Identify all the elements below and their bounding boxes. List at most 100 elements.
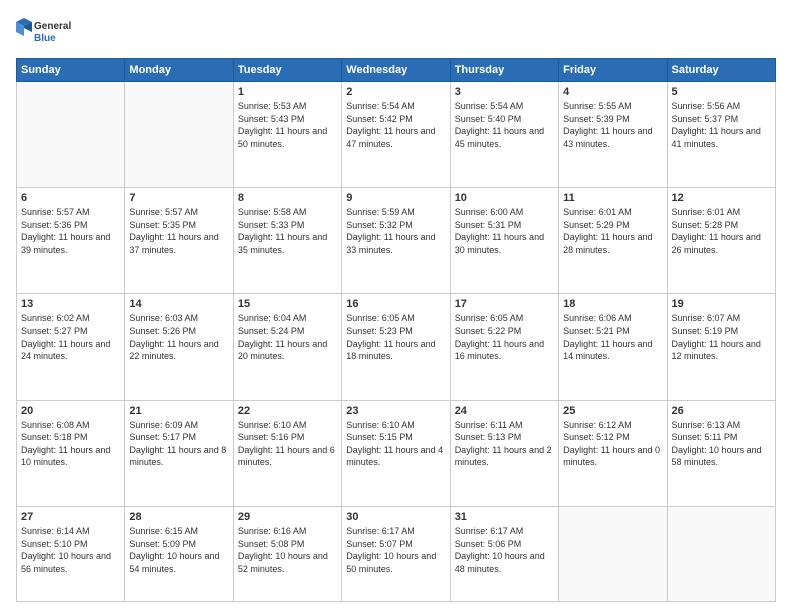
day-info: Sunrise: 6:08 AM Sunset: 5:18 PM Dayligh… bbox=[21, 419, 120, 469]
day-info: Sunrise: 5:55 AM Sunset: 5:39 PM Dayligh… bbox=[563, 100, 662, 150]
day-info: Sunrise: 5:58 AM Sunset: 5:33 PM Dayligh… bbox=[238, 206, 337, 256]
day-info: Sunrise: 5:53 AM Sunset: 5:43 PM Dayligh… bbox=[238, 100, 337, 150]
day-number: 16 bbox=[346, 298, 445, 310]
day-number: 11 bbox=[563, 192, 662, 204]
calendar-week-0: 1 Sunrise: 5:53 AM Sunset: 5:43 PM Daylig… bbox=[17, 82, 776, 188]
day-info: Sunrise: 6:15 AM Sunset: 5:09 PM Dayligh… bbox=[129, 525, 228, 575]
calendar-cell: 31Sunrise: 6:17 AM Sunset: 5:06 PM Dayli… bbox=[450, 506, 558, 601]
calendar-cell bbox=[667, 506, 775, 601]
day-info: Sunrise: 6:10 AM Sunset: 5:15 PM Dayligh… bbox=[346, 419, 445, 469]
day-info: Sunrise: 5:56 AM Sunset: 5:37 PM Dayligh… bbox=[672, 100, 771, 150]
day-info: Sunrise: 6:10 AM Sunset: 5:16 PM Dayligh… bbox=[238, 419, 337, 469]
calendar-cell: 26Sunrise: 6:13 AM Sunset: 5:11 PM Dayli… bbox=[667, 400, 775, 506]
day-info: Sunrise: 6:01 AM Sunset: 5:29 PM Dayligh… bbox=[563, 206, 662, 256]
calendar-cell: 8 Sunrise: 5:58 AM Sunset: 5:33 PM Daylig… bbox=[233, 188, 341, 294]
day-number: 30 bbox=[346, 511, 445, 523]
calendar-body: 1 Sunrise: 5:53 AM Sunset: 5:43 PM Daylig… bbox=[17, 82, 776, 602]
day-number: 15 bbox=[238, 298, 337, 310]
calendar-header-wednesday: Wednesday bbox=[342, 59, 450, 82]
calendar-cell: 19 Sunrise: 6:07 AM Sunset: 5:19 PM Dayli… bbox=[667, 294, 775, 400]
calendar-header-monday: Monday bbox=[125, 59, 233, 82]
calendar-week-3: 20Sunrise: 6:08 AM Sunset: 5:18 PM Dayli… bbox=[17, 400, 776, 506]
calendar-header-saturday: Saturday bbox=[667, 59, 775, 82]
calendar-header-sunday: Sunday bbox=[17, 59, 125, 82]
calendar-cell: 13Sunrise: 6:02 AM Sunset: 5:27 PM Dayli… bbox=[17, 294, 125, 400]
calendar-header-row: SundayMondayTuesdayWednesdayThursdayFrid… bbox=[17, 59, 776, 82]
day-info: Sunrise: 6:00 AM Sunset: 5:31 PM Dayligh… bbox=[455, 206, 554, 256]
day-info: Sunrise: 6:05 AM Sunset: 5:22 PM Dayligh… bbox=[455, 312, 554, 362]
calendar-cell: 2 Sunrise: 5:54 AM Sunset: 5:42 PM Daylig… bbox=[342, 82, 450, 188]
svg-text:General: General bbox=[34, 21, 71, 32]
calendar-week-2: 13Sunrise: 6:02 AM Sunset: 5:27 PM Dayli… bbox=[17, 294, 776, 400]
calendar-cell: 17 Sunrise: 6:05 AM Sunset: 5:22 PM Dayli… bbox=[450, 294, 558, 400]
day-info: Sunrise: 5:57 AM Sunset: 5:35 PM Dayligh… bbox=[129, 206, 228, 256]
calendar-cell: 25 Sunrise: 6:12 AM Sunset: 5:12 PM Dayli… bbox=[559, 400, 667, 506]
day-number: 21 bbox=[129, 405, 228, 417]
day-number: 28 bbox=[129, 511, 228, 523]
day-number: 2 bbox=[346, 86, 445, 98]
header: General Blue bbox=[16, 16, 776, 48]
day-info: Sunrise: 6:03 AM Sunset: 5:26 PM Dayligh… bbox=[129, 312, 228, 362]
calendar-cell bbox=[17, 82, 125, 188]
calendar-cell: 6 Sunrise: 5:57 AM Sunset: 5:36 PM Daylig… bbox=[17, 188, 125, 294]
day-number: 6 bbox=[21, 192, 120, 204]
day-info: Sunrise: 6:11 AM Sunset: 5:13 PM Dayligh… bbox=[455, 419, 554, 469]
logo: General Blue bbox=[16, 16, 76, 48]
day-number: 7 bbox=[129, 192, 228, 204]
day-info: Sunrise: 6:14 AM Sunset: 5:10 PM Dayligh… bbox=[21, 525, 120, 575]
calendar-week-4: 27 Sunrise: 6:14 AM Sunset: 5:10 PM Dayli… bbox=[17, 506, 776, 601]
day-number: 12 bbox=[672, 192, 771, 204]
calendar-cell: 11 Sunrise: 6:01 AM Sunset: 5:29 PM Dayli… bbox=[559, 188, 667, 294]
day-info: Sunrise: 5:54 AM Sunset: 5:42 PM Dayligh… bbox=[346, 100, 445, 150]
calendar-cell: 9 Sunrise: 5:59 AM Sunset: 5:32 PM Daylig… bbox=[342, 188, 450, 294]
day-info: Sunrise: 6:17 AM Sunset: 5:07 PM Dayligh… bbox=[346, 525, 445, 575]
day-info: Sunrise: 6:17 AM Sunset: 5:06 PM Dayligh… bbox=[455, 525, 554, 575]
calendar-cell: 18 Sunrise: 6:06 AM Sunset: 5:21 PM Dayli… bbox=[559, 294, 667, 400]
day-info: Sunrise: 6:01 AM Sunset: 5:28 PM Dayligh… bbox=[672, 206, 771, 256]
day-info: Sunrise: 6:02 AM Sunset: 5:27 PM Dayligh… bbox=[21, 312, 120, 362]
calendar-cell bbox=[559, 506, 667, 601]
day-number: 1 bbox=[238, 86, 337, 98]
calendar-cell: 30 Sunrise: 6:17 AM Sunset: 5:07 PM Dayli… bbox=[342, 506, 450, 601]
day-number: 19 bbox=[672, 298, 771, 310]
day-number: 3 bbox=[455, 86, 554, 98]
calendar-cell: 22 Sunrise: 6:10 AM Sunset: 5:16 PM Dayli… bbox=[233, 400, 341, 506]
day-number: 8 bbox=[238, 192, 337, 204]
day-info: Sunrise: 5:57 AM Sunset: 5:36 PM Dayligh… bbox=[21, 206, 120, 256]
calendar-header-thursday: Thursday bbox=[450, 59, 558, 82]
calendar-table: SundayMondayTuesdayWednesdayThursdayFrid… bbox=[16, 58, 776, 602]
calendar-cell: 10 Sunrise: 6:00 AM Sunset: 5:31 PM Dayli… bbox=[450, 188, 558, 294]
day-number: 10 bbox=[455, 192, 554, 204]
calendar-cell: 16Sunrise: 6:05 AM Sunset: 5:23 PM Dayli… bbox=[342, 294, 450, 400]
day-info: Sunrise: 5:54 AM Sunset: 5:40 PM Dayligh… bbox=[455, 100, 554, 150]
day-info: Sunrise: 6:16 AM Sunset: 5:08 PM Dayligh… bbox=[238, 525, 337, 575]
logo-svg: General Blue bbox=[16, 16, 76, 48]
calendar-cell: 28 Sunrise: 6:15 AM Sunset: 5:09 PM Dayli… bbox=[125, 506, 233, 601]
calendar-header-tuesday: Tuesday bbox=[233, 59, 341, 82]
calendar-cell: 12 Sunrise: 6:01 AM Sunset: 5:28 PM Dayli… bbox=[667, 188, 775, 294]
day-info: Sunrise: 6:12 AM Sunset: 5:12 PM Dayligh… bbox=[563, 419, 662, 469]
calendar-week-1: 6 Sunrise: 5:57 AM Sunset: 5:36 PM Daylig… bbox=[17, 188, 776, 294]
calendar-header-friday: Friday bbox=[559, 59, 667, 82]
calendar-cell bbox=[125, 82, 233, 188]
day-info: Sunrise: 6:07 AM Sunset: 5:19 PM Dayligh… bbox=[672, 312, 771, 362]
calendar-cell: 15Sunrise: 6:04 AM Sunset: 5:24 PM Dayli… bbox=[233, 294, 341, 400]
calendar-cell: 4Sunrise: 5:55 AM Sunset: 5:39 PM Daylig… bbox=[559, 82, 667, 188]
day-number: 23 bbox=[346, 405, 445, 417]
day-number: 18 bbox=[563, 298, 662, 310]
calendar-cell: 29 Sunrise: 6:16 AM Sunset: 5:08 PM Dayli… bbox=[233, 506, 341, 601]
calendar-cell: 24Sunrise: 6:11 AM Sunset: 5:13 PM Dayli… bbox=[450, 400, 558, 506]
day-number: 29 bbox=[238, 511, 337, 523]
day-number: 9 bbox=[346, 192, 445, 204]
calendar-cell: 23 Sunrise: 6:10 AM Sunset: 5:15 PM Dayli… bbox=[342, 400, 450, 506]
day-number: 25 bbox=[563, 405, 662, 417]
day-number: 22 bbox=[238, 405, 337, 417]
calendar-cell: 14Sunrise: 6:03 AM Sunset: 5:26 PM Dayli… bbox=[125, 294, 233, 400]
day-info: Sunrise: 6:09 AM Sunset: 5:17 PM Dayligh… bbox=[129, 419, 228, 469]
day-info: Sunrise: 5:59 AM Sunset: 5:32 PM Dayligh… bbox=[346, 206, 445, 256]
calendar-cell: 27 Sunrise: 6:14 AM Sunset: 5:10 PM Dayli… bbox=[17, 506, 125, 601]
day-number: 17 bbox=[455, 298, 554, 310]
day-info: Sunrise: 6:06 AM Sunset: 5:21 PM Dayligh… bbox=[563, 312, 662, 362]
day-number: 5 bbox=[672, 86, 771, 98]
day-number: 27 bbox=[21, 511, 120, 523]
